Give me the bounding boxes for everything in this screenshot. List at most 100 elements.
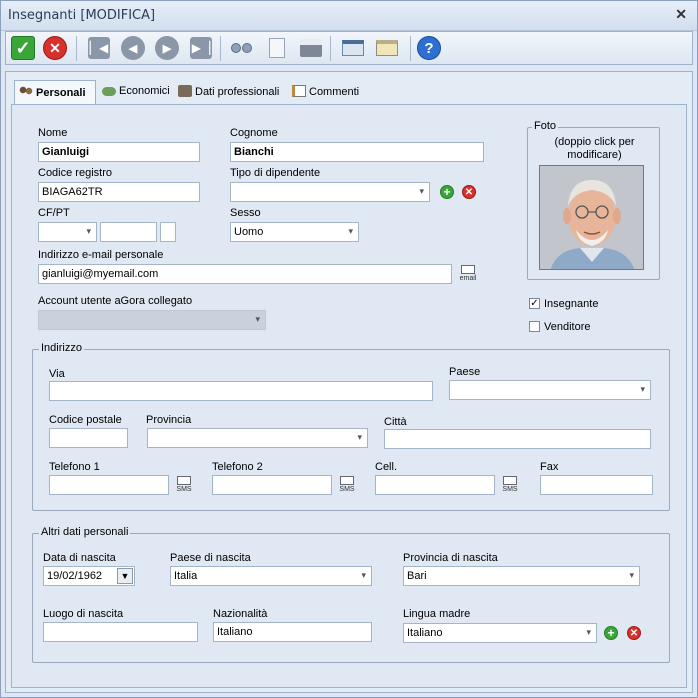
provincia-nascita-label: Provincia di nascita [403, 552, 498, 564]
sms-text: SMS [502, 486, 518, 493]
sms-tel2-icon[interactable]: SMS [338, 476, 356, 494]
provincia-nascita-select[interactable]: Bari [403, 566, 640, 586]
fax-label: Fax [540, 461, 559, 473]
telefono2-input[interactable] [212, 475, 332, 495]
next-record-button[interactable]: ▶ [154, 35, 180, 61]
nazionalita-input[interactable]: Italiano [213, 622, 372, 642]
last-record-button[interactable]: ▶▕ [188, 35, 214, 61]
copy-button[interactable] [264, 35, 290, 61]
cfpt-code-input[interactable] [100, 222, 157, 242]
lingua-madre-label: Lingua madre [403, 608, 471, 620]
via-label: Via [49, 368, 65, 380]
photo-title: Foto [532, 120, 559, 132]
sms-text: SMS [176, 486, 192, 493]
insegnante-label: Insegnante [544, 298, 599, 310]
via-input[interactable] [49, 381, 433, 401]
previous-record-icon: ◀ [121, 36, 145, 60]
cognome-label: Cognome [230, 127, 278, 139]
photo-hint: (doppio click per modificare) [554, 136, 635, 161]
help-button[interactable]: ? [416, 35, 442, 61]
add-tipo-dipendente-button[interactable]: + [440, 185, 454, 199]
close-icon[interactable]: ✕ [675, 6, 687, 23]
insegnante-checkbox[interactable]: ✓ [529, 298, 540, 309]
sms-tel1-icon[interactable]: SMS [175, 476, 193, 494]
tab-label: Dati professionali [195, 86, 280, 98]
telefono1-input[interactable] [49, 475, 169, 495]
tab-dati-professionali[interactable]: Dati professionali [174, 80, 283, 104]
professional-icon [178, 85, 192, 97]
card-button[interactable] [374, 35, 400, 61]
add-lingua-madre-button[interactable]: + [604, 626, 618, 640]
nome-label: Nome [38, 127, 68, 139]
print-button[interactable] [298, 35, 324, 61]
venditore-checkbox[interactable] [529, 321, 540, 332]
print-icon [300, 39, 322, 57]
card-icon [376, 40, 398, 56]
citta-label: Città [384, 416, 407, 428]
cancel-button[interactable]: ✕ [42, 35, 68, 61]
people-icon [19, 86, 33, 98]
address-group-title: Indirizzo [39, 342, 84, 354]
confirm-button[interactable]: ✓ [10, 35, 36, 61]
tab-economici[interactable]: Economici [98, 80, 174, 104]
export-button[interactable] [340, 35, 366, 61]
luogo-nascita-input[interactable] [43, 622, 198, 642]
toolbar-separator [220, 36, 221, 61]
data-nascita-value: 19/02/1962 [47, 570, 103, 582]
portrait-image [540, 166, 643, 269]
confirm-icon: ✓ [11, 36, 35, 60]
cognome-input[interactable]: Bianchi [230, 142, 484, 162]
teacher-edit-window: Insegnanti [MODIFICA] ✕ ✓ ✕ ▏◀ ◀ ▶ ▶▕ ? … [0, 0, 698, 698]
first-record-icon: ▏◀ [88, 37, 110, 59]
cfpt-check-input[interactable] [160, 222, 176, 242]
window-title: Insegnanti [MODIFICA] [8, 8, 156, 23]
money-icon [102, 87, 116, 96]
email-input[interactable]: gianluigi@myemail.com [38, 264, 452, 284]
search-button[interactable] [228, 35, 254, 61]
other-personal-data-title: Altri dati personali [39, 526, 131, 538]
send-email-icon[interactable]: email [459, 265, 477, 283]
account-select[interactable] [38, 310, 266, 330]
tab-personali[interactable]: Personali [14, 80, 96, 106]
tab-commenti[interactable]: Commenti [288, 80, 363, 104]
previous-record-button[interactable]: ◀ [120, 35, 146, 61]
sms-cell-icon[interactable]: SMS [501, 476, 519, 494]
cfpt-type-select[interactable] [38, 222, 97, 242]
nazionalita-label: Nazionalità [213, 608, 268, 620]
provincia-select[interactable] [147, 428, 368, 448]
codice-registro-input[interactable]: BIAGA62TR [38, 182, 200, 202]
account-label: Account utente aGora collegato [38, 295, 193, 307]
nome-input[interactable]: Gianluigi [38, 142, 200, 162]
cap-label: Codice postale [49, 414, 122, 426]
cell-input[interactable] [375, 475, 495, 495]
sesso-label: Sesso [230, 207, 261, 219]
cancel-icon: ✕ [43, 36, 67, 60]
search-binoculars-icon [230, 43, 252, 53]
cfpt-label: CF/PT [38, 207, 70, 219]
telefono2-label: Telefono 2 [212, 461, 263, 473]
paese-select[interactable] [449, 380, 651, 400]
delete-tipo-dipendente-button[interactable]: ✕ [462, 185, 476, 199]
copy-document-icon [269, 38, 285, 58]
first-record-button[interactable]: ▏◀ [86, 35, 112, 61]
sesso-select[interactable]: Uomo [230, 222, 359, 242]
sms-text: SMS [339, 486, 355, 493]
notepad-icon [292, 85, 306, 97]
tab-label: Commenti [309, 86, 360, 98]
lingua-madre-select[interactable]: Italiano [403, 623, 597, 643]
paese-nascita-select[interactable]: Italia [170, 566, 372, 586]
provincia-label: Provincia [146, 414, 192, 426]
fax-input[interactable] [540, 475, 653, 495]
paese-nascita-label: Paese di nascita [170, 552, 251, 564]
luogo-nascita-label: Luogo di nascita [43, 608, 124, 620]
teacher-photo[interactable] [539, 165, 644, 270]
data-nascita-input[interactable]: 19/02/1962 ▼ [43, 566, 135, 586]
citta-input[interactable] [384, 429, 651, 449]
delete-lingua-madre-button[interactable]: ✕ [627, 626, 641, 640]
cap-input[interactable] [49, 428, 128, 448]
email-label: Indirizzo e-mail personale [38, 249, 164, 261]
cell-label: Cell. [375, 461, 398, 473]
tab-label: Personali [36, 87, 86, 99]
calendar-dropdown-icon[interactable]: ▼ [117, 568, 133, 584]
tipo-dipendente-select[interactable] [230, 182, 430, 202]
